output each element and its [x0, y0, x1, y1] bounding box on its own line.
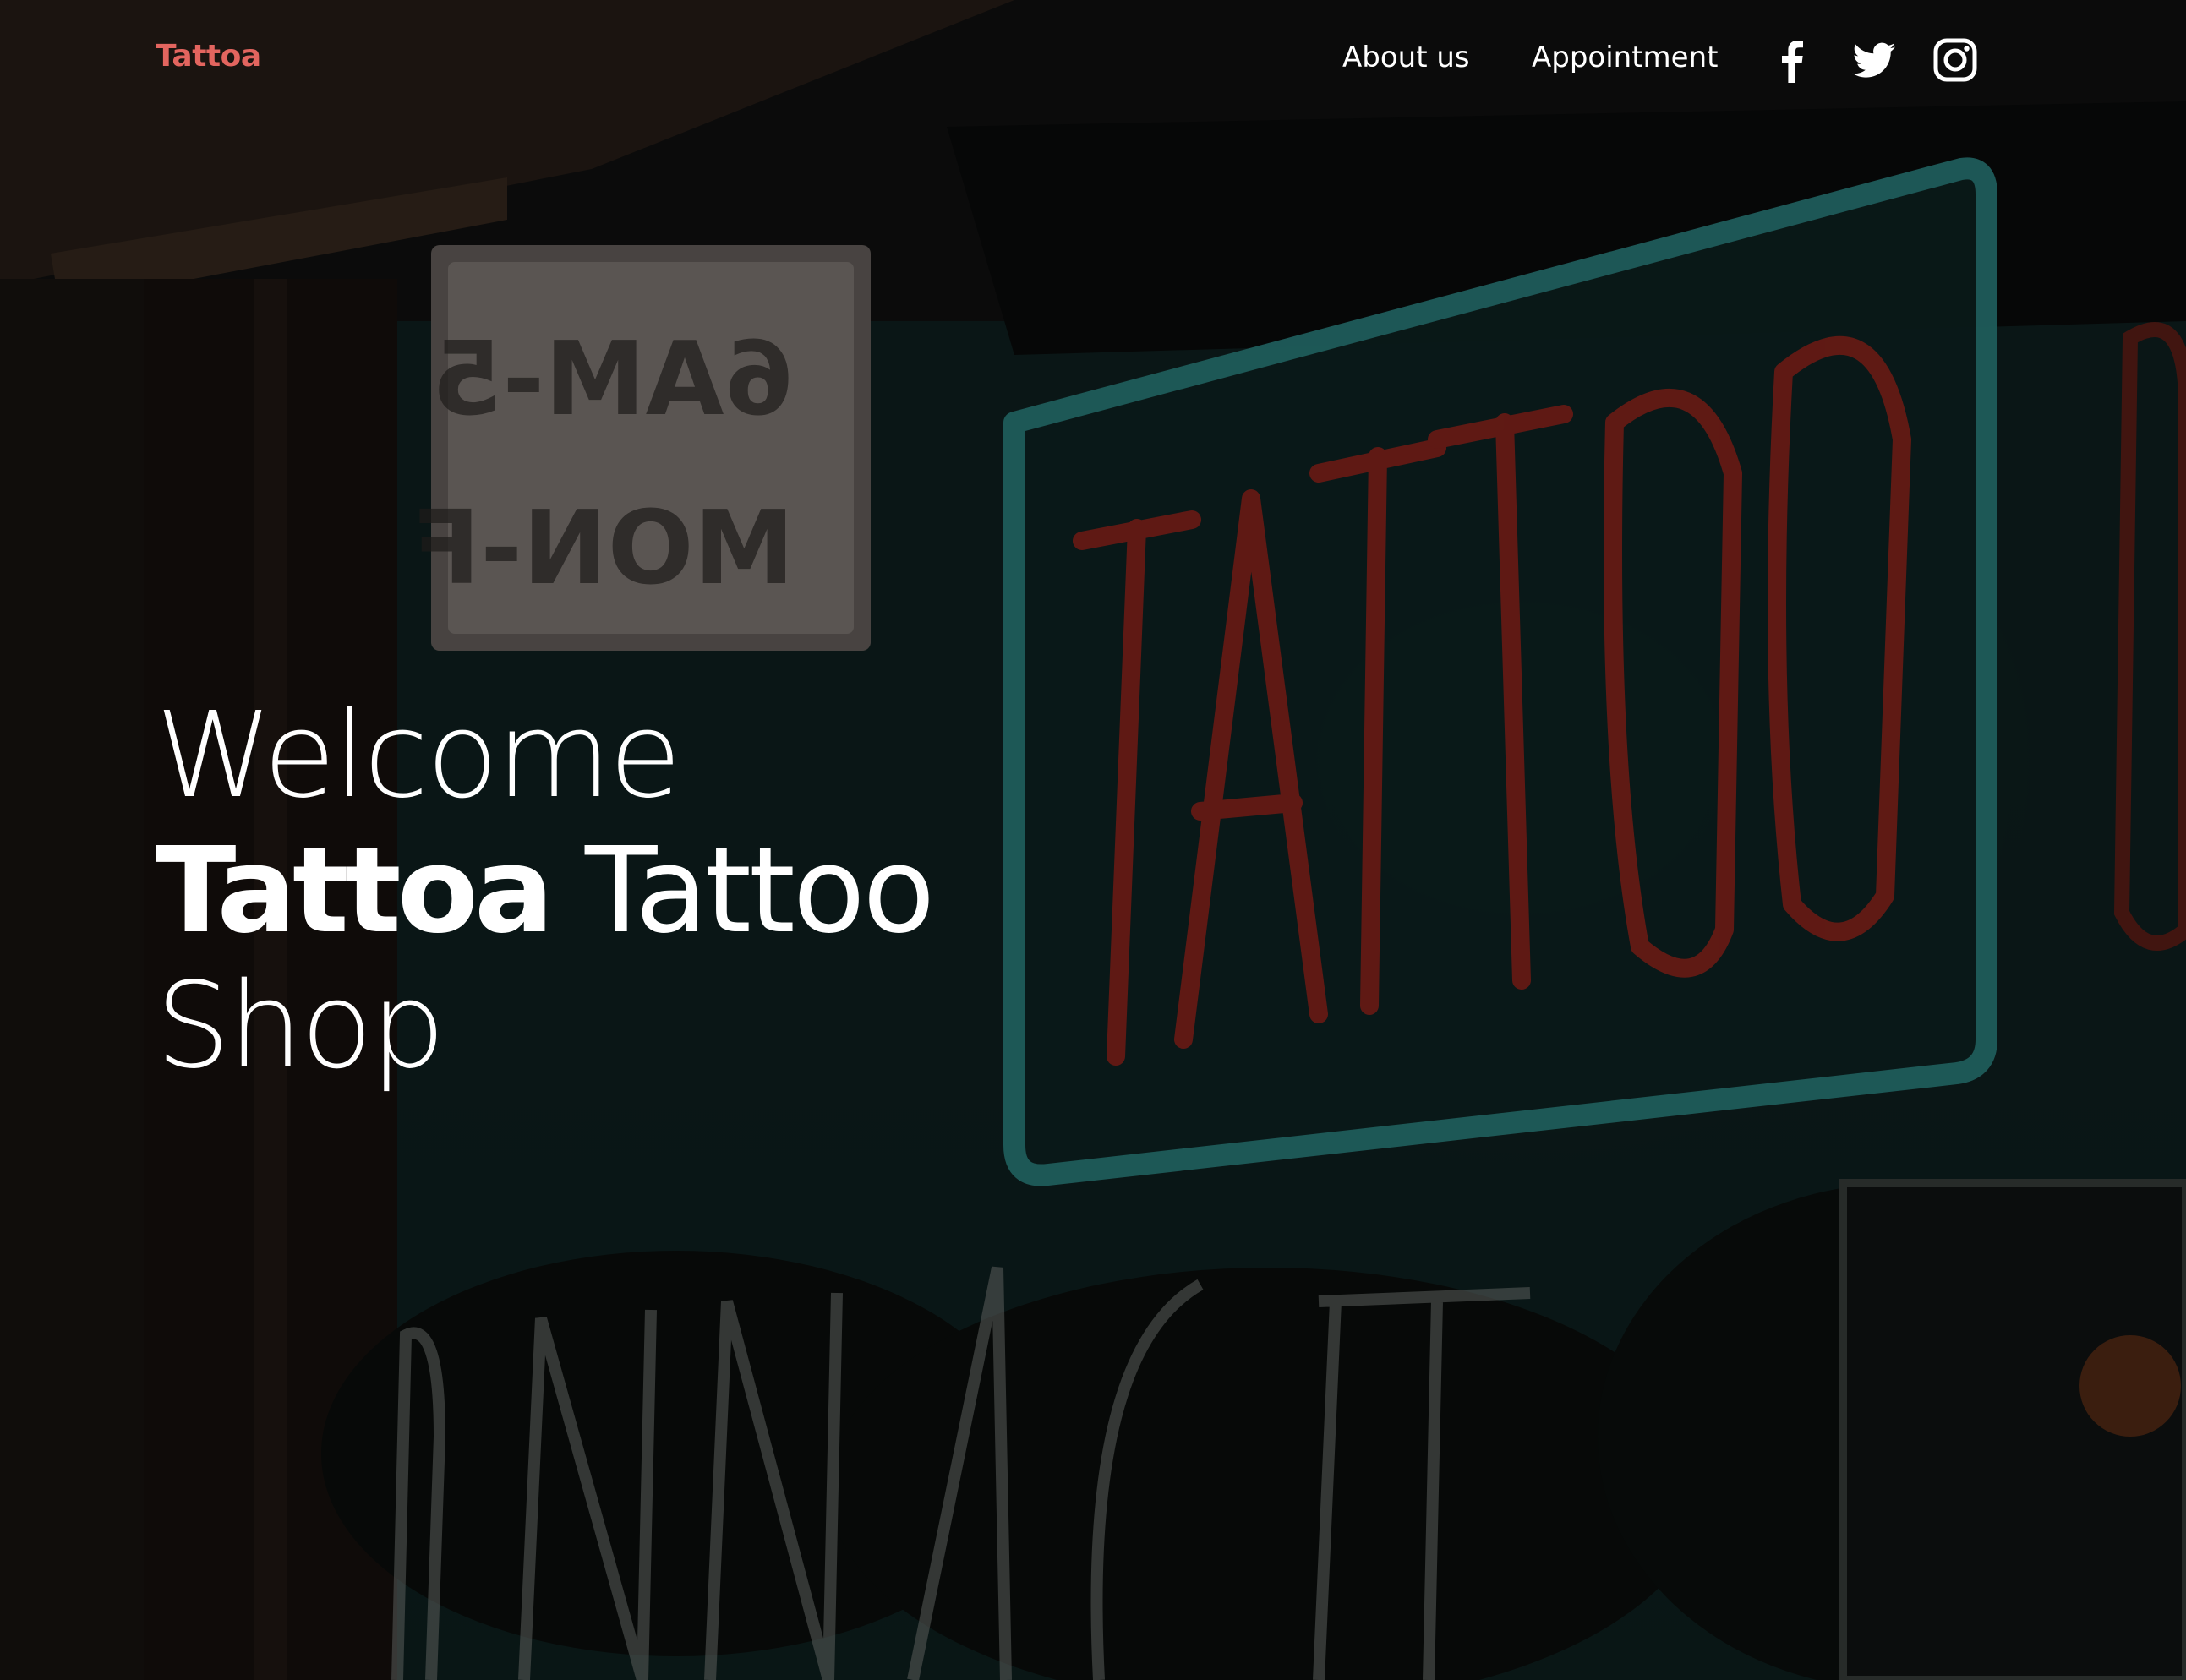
hero-line-brand: Tattoa Tattoo [156, 824, 1001, 959]
twitter-icon[interactable] [1851, 37, 1897, 83]
hero-line-welcome: Welcome [156, 687, 681, 825]
nav-link-about-us[interactable]: About us [1342, 41, 1470, 74]
instagram-icon[interactable] [1932, 37, 1978, 83]
hero-brand-name: Tattoa [156, 822, 554, 960]
facebook-icon[interactable] [1770, 37, 1816, 83]
hero-headline: Welcome Tattoa Tattoo Shop [156, 689, 1001, 1094]
hero-line-shop: Shop [156, 957, 445, 1095]
nav-link-appointment[interactable]: Appointment [1532, 41, 1718, 74]
site-logo[interactable]: Tattoa [156, 39, 261, 74]
site-header: Tattoa About us Appointment [0, 0, 2186, 118]
hero-brand-tattoo: Tattoo [584, 822, 935, 960]
